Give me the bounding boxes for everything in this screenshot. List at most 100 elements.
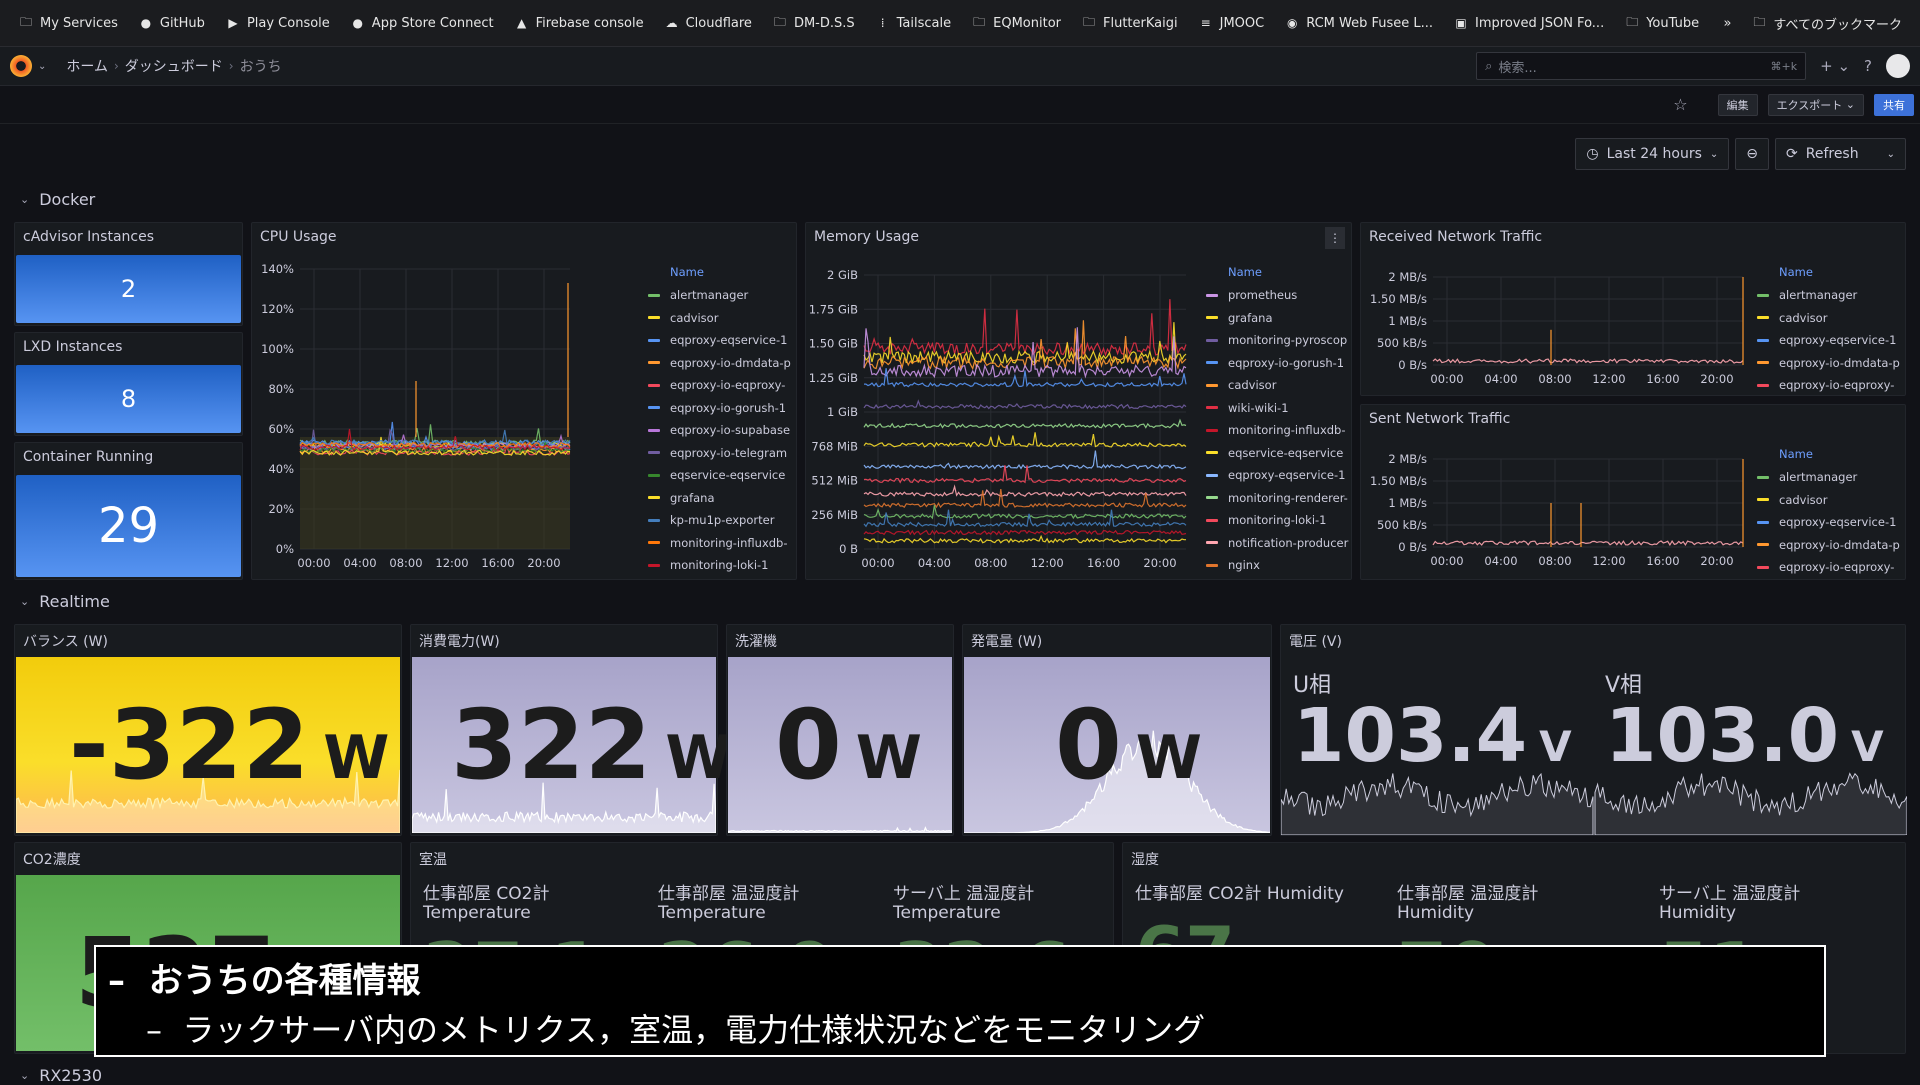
series-line <box>863 418 1187 429</box>
legend-item[interactable]: monitoring-pyroscop <box>1206 329 1352 352</box>
y-tick-label: 500 kB/s <box>1377 518 1427 532</box>
legend-item[interactable]: eqproxy-io-telegram <box>648 442 796 465</box>
chevron-down-icon[interactable]: ⌄ <box>38 61 46 72</box>
legend-item[interactable]: eqproxy-eqservice-1 <box>1206 464 1352 487</box>
legend-item[interactable]: notification-producer <box>1206 532 1352 555</box>
y-tick-label: 40% <box>268 462 294 476</box>
bookmark-item[interactable]: 🗀 DM-D.S.S <box>762 8 865 38</box>
all-bookmarks-button[interactable]: 🗀 すべてのブックマーク <box>1741 8 1912 38</box>
legend-item[interactable]: prometheus <box>1206 284 1352 307</box>
legend-item[interactable]: eqservice-eqservice <box>648 464 796 487</box>
bookmark-item[interactable]: ◉ RCM Web Fusee L... <box>1274 8 1443 38</box>
bookmark-item[interactable]: ⁞ Tailscale <box>865 8 961 38</box>
avatar[interactable] <box>1886 54 1910 78</box>
legend-label: monitoring-loki-1 <box>670 558 769 573</box>
edit-button[interactable]: 編集 <box>1717 93 1758 116</box>
legend-item[interactable]: cadvisor <box>1206 374 1352 397</box>
export-button[interactable]: エクスポート ⌄ <box>1767 93 1864 116</box>
tailscale-icon: ⁞ <box>880 16 885 30</box>
legend-item[interactable]: nginx <box>1206 554 1352 577</box>
bookmark-item[interactable]: 🗀 My Services <box>8 8 128 38</box>
legend-label: monitoring-pyroscop <box>1228 333 1348 348</box>
legend-item[interactable]: eqproxy-eqservice-1 <box>1757 511 1905 534</box>
legend-swatch <box>1757 361 1769 365</box>
bookmark-item[interactable]: 🗀 FlutterKaigi <box>1071 8 1188 38</box>
legend-header[interactable]: Name <box>1757 265 1905 279</box>
row-docker[interactable]: ⌄ Docker <box>20 190 95 209</box>
legend-item[interactable]: eqproxy-io-dmdata-p <box>1757 352 1905 375</box>
legend-item[interactable]: monitoring-renderer- <box>1206 487 1352 510</box>
legend-item[interactable]: grafana <box>1206 307 1352 330</box>
legend-item[interactable]: wiki-wiki-1 <box>1206 397 1352 420</box>
legend-item[interactable]: alertmanager <box>1757 284 1905 307</box>
grafana-logo-icon[interactable] <box>10 55 32 77</box>
y-tick-label: 60% <box>268 422 294 436</box>
legend-item[interactable]: eqservice-eqservice <box>1206 442 1352 465</box>
legend-item[interactable]: eqproxy-io-gorush-1 <box>1206 352 1352 375</box>
row-rx2530[interactable]: ⌄ RX2530 <box>20 1066 102 1085</box>
breadcrumb-home[interactable]: ホーム <box>66 56 108 76</box>
legend-item[interactable]: cadvisor <box>1757 307 1905 330</box>
bookmark-item[interactable]: ● GitHub <box>128 8 215 38</box>
bookmark-item[interactable]: ● App Store Connect <box>340 8 504 38</box>
bookmark-item[interactable]: ▲ Firebase console <box>504 8 654 38</box>
legend-item[interactable]: monitoring-loki-1 <box>1206 509 1352 532</box>
legend-header[interactable]: Name <box>1206 265 1352 279</box>
legend-swatch <box>1206 338 1218 342</box>
bookmark-item[interactable]: ▶ Play Console <box>215 8 340 38</box>
legend-item[interactable]: monitoring-influxdb- <box>1206 419 1352 442</box>
legend-item[interactable]: monitoring-influxdb- <box>648 532 796 555</box>
legend-swatch <box>1757 543 1769 547</box>
y-tick-label: 120% <box>261 302 294 316</box>
legend-item[interactable]: alertmanager <box>648 284 796 307</box>
zoom-out-button[interactable]: ⊖ <box>1735 138 1769 170</box>
legend-item[interactable]: eqproxy-io-eqproxy- <box>1757 374 1905 393</box>
bookmarks-more-button[interactable]: » <box>1713 8 1741 38</box>
refresh-button[interactable]: ⟳ Refresh ⌄ <box>1775 138 1906 170</box>
bookmark-item[interactable]: ▣ Improved JSON Fo... <box>1443 8 1614 38</box>
caption-line-2: – ラックサーバ内のメトリクス，室温，電力仕様状況などをモニタリング <box>146 1011 1206 1049</box>
legend-header[interactable]: Name <box>648 265 796 279</box>
help-icon[interactable]: ? <box>1864 57 1872 75</box>
breadcrumb-separator-icon: › <box>113 59 119 73</box>
legend-item[interactable]: eqproxy-io-dmdata-p <box>1757 534 1905 557</box>
legend: Name alertmanager cadvisor eqproxy-eqservic… <box>1757 265 1905 393</box>
legend-item[interactable]: grafana <box>648 487 796 510</box>
bookmark-item[interactable]: ≡ JMOOC <box>1188 8 1275 38</box>
legend-item[interactable]: eqproxy-io-eqproxy- <box>1757 556 1905 577</box>
star-icon[interactable]: ☆ <box>1673 95 1687 114</box>
legend-item[interactable]: cadvisor <box>648 307 796 330</box>
bookmark-item[interactable]: ☁ Cloudflare <box>654 8 762 38</box>
legend-item[interactable]: kp-mu1p-exporter <box>648 509 796 532</box>
legend-swatch <box>1206 293 1218 297</box>
legend-label: notification-producer <box>1228 535 1349 550</box>
legend-item[interactable]: eqproxy-io-dmdata-p <box>648 352 796 375</box>
legend-swatch <box>648 451 660 455</box>
series-line <box>1432 539 1744 547</box>
bookmark-item[interactable]: 🗀 YouTube <box>1614 8 1709 38</box>
stat-value: 29 <box>16 475 241 577</box>
y-tick-label: 1.75 GiB <box>809 302 858 316</box>
legend-label: cadvisor <box>1779 492 1828 507</box>
legend-item[interactable]: alertmanager <box>1757 466 1905 489</box>
legend-header[interactable]: Name <box>1757 447 1905 461</box>
legend-item[interactable]: eqproxy-eqservice-1 <box>1757 329 1905 352</box>
add-icon[interactable]: + ⌄ <box>1820 57 1850 75</box>
legend-item[interactable]: cadvisor <box>1757 489 1905 512</box>
legend-label: grafana <box>1228 310 1273 325</box>
legend-item[interactable]: eqproxy-io-supabase <box>648 419 796 442</box>
legend-item[interactable]: eqproxy-eqservice-1 <box>648 329 796 352</box>
legend-label: eqproxy-eqservice-1 <box>670 333 788 348</box>
search-input[interactable]: ⌕ 検索... ⌘+k <box>1476 52 1807 80</box>
breadcrumb-dashboards[interactable]: ダッシュボード <box>125 56 223 76</box>
legend-item[interactable]: eqproxy-io-gorush-1 <box>648 397 796 420</box>
share-button[interactable]: 共有 <box>1874 93 1914 116</box>
time-range-picker[interactable]: ◷ Last 24 hours ⌄ <box>1575 138 1730 170</box>
legend-item[interactable]: eqproxy-io-eqproxy- <box>648 374 796 397</box>
legend-label: eqproxy-eqservice-1 <box>1779 333 1897 348</box>
legend-item[interactable]: monitoring-loki-1 <box>648 554 796 577</box>
legend-swatch <box>1757 565 1769 569</box>
bookmark-item[interactable]: 🗀 EQMonitor <box>961 8 1071 38</box>
legend-label: cadvisor <box>670 310 719 325</box>
row-realtime[interactable]: ⌄ Realtime <box>20 592 110 611</box>
